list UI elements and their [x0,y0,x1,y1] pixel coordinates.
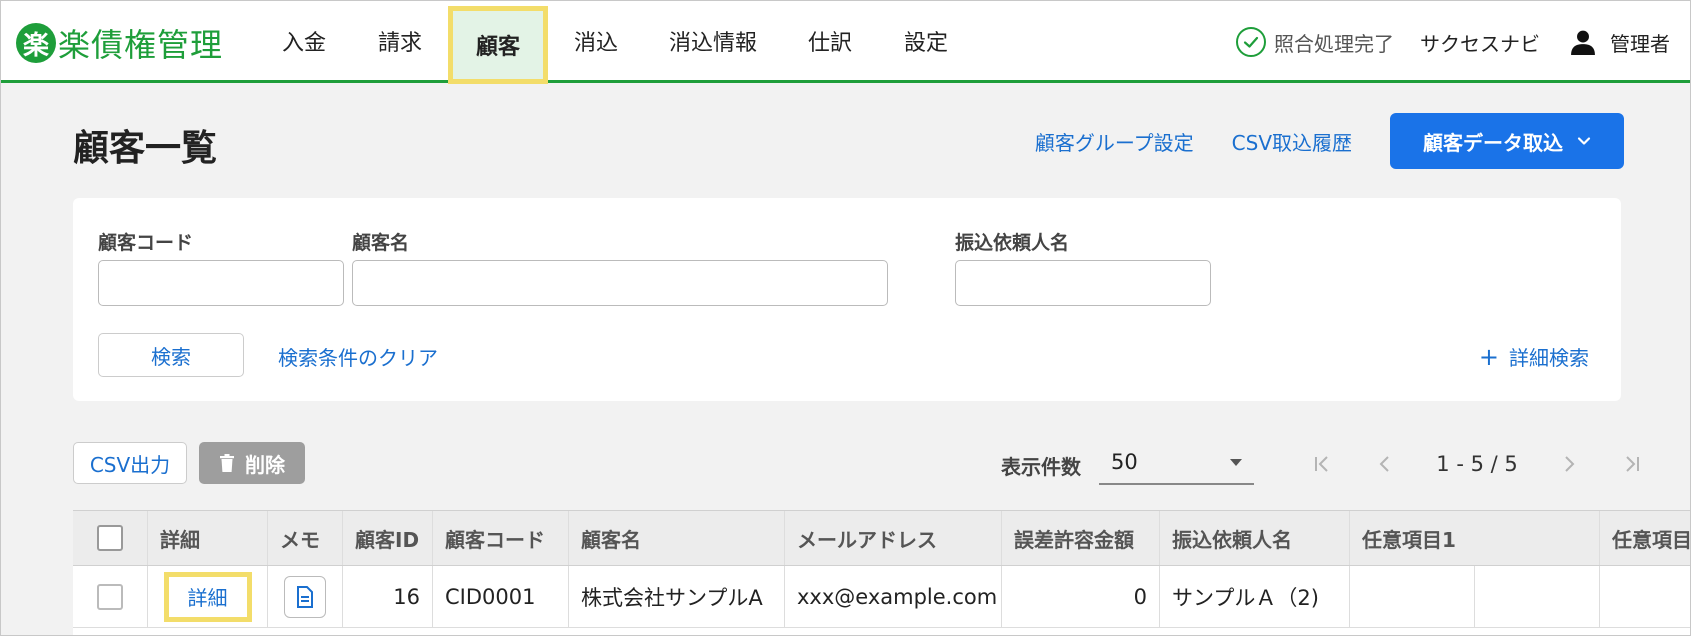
dropdown-caret-icon [1230,458,1242,466]
clear-search-link[interactable]: 検索条件のクリア [278,342,438,371]
nav-invoice[interactable]: 請求 [352,1,448,80]
row-custom-1b [1475,566,1600,627]
import-customer-data-button[interactable]: 顧客データ取込 [1390,113,1624,169]
search-button[interactable]: 検索 [98,333,244,377]
nav-reconcile[interactable]: 消込 [548,1,644,80]
user-icon [1571,30,1595,55]
table-header: 詳細 メモ 顧客ID 顧客コード 顧客名 メールアドレス 誤差許容金額 振込依頼… [73,510,1691,566]
nav-payment[interactable]: 入金 [256,1,352,80]
app-logo[interactable]: 楽 楽債権管理 [16,21,223,65]
page-range: 1 - 5 / 5 [1436,452,1518,476]
table-row: 詳細 16 CID0001 株式会社サンプルA xxx@example.com … [73,566,1690,628]
col-memo: メモ [268,511,343,565]
nav-reconcile-info[interactable]: 消込情報 [644,1,782,80]
nav-settings[interactable]: 設定 [878,1,974,80]
row-detail-link[interactable]: 詳細 [163,571,252,622]
col-payer-name: 振込依頼人名 [1160,511,1350,565]
payer-name-label: 振込依頼人名 [955,232,1070,254]
import-button-label: 顧客データ取込 [1423,130,1563,155]
col-customer-code: 顧客コード [433,511,569,565]
row-custom-2 [1600,566,1690,627]
logo-mark: 楽 [16,23,56,63]
col-customer-id: 顧客ID [343,511,433,565]
row-tolerance: 0 [1002,566,1160,627]
check-circle-icon [1236,27,1266,57]
col-tolerance: 誤差許容金額 [1002,511,1160,565]
per-page-value: 50 [1111,450,1138,474]
nav-journal[interactable]: 仕訳 [782,1,878,80]
customer-code-label: 顧客コード [98,232,194,254]
delete-button[interactable]: 削除 [199,442,305,484]
col-custom-2: 任意項目 [1612,527,1691,552]
reconcile-status[interactable]: 照合処理完了 [1236,27,1394,57]
title-actions: 顧客グループ設定 CSV取込履歴 顧客データ取込 [1035,113,1624,169]
col-customer-name: 顧客名 [569,511,785,565]
select-all-checkbox[interactable] [97,525,123,551]
per-page-label: 表示件数 [1001,455,1081,479]
success-navi-link[interactable]: サクセスナビ [1420,28,1540,57]
csv-import-history-link[interactable]: CSV取込履歴 [1232,127,1352,156]
app-window: 楽 楽債権管理 入金 請求 顧客 消込 消込情報 仕訳 設定 照合処理完了 サク… [0,0,1691,636]
row-customer-code: CID0001 [433,566,569,627]
row-checkbox[interactable] [97,583,123,610]
prev-page-icon[interactable] [1374,453,1396,475]
row-detail-cell: 詳細 [148,566,268,627]
chevron-down-icon [1577,137,1591,145]
document-icon [297,585,313,608]
page-title: 顧客一覧 [73,128,218,169]
customer-code-input[interactable] [98,260,344,306]
row-payer-name: サンプルＡ（2) [1160,566,1350,627]
pagination: 1 - 5 / 5 [1311,446,1643,482]
trash-icon [220,454,234,472]
customer-name-label: 顧客名 [352,232,410,254]
payer-name-input[interactable] [955,260,1211,306]
top-header: 楽 楽債権管理 入金 請求 顧客 消込 消込情報 仕訳 設定 照合処理完了 サク… [1,1,1690,84]
header-right: 照合処理完了 サクセスナビ 管理者 [1236,1,1670,83]
last-page-icon[interactable] [1621,453,1643,475]
col-custom-1: 任意項目1 [1350,511,1600,565]
memo-button[interactable] [284,575,326,618]
user-name: 管理者 [1610,31,1670,56]
per-page-select[interactable]: 50 [1099,441,1254,485]
plus-icon: + [1478,342,1499,371]
customer-table: 詳細 メモ 顧客ID 顧客コード 顧客名 メールアドレス 誤差許容金額 振込依頼… [73,510,1691,635]
select-all-cell [73,511,148,565]
main-nav: 入金 請求 顧客 消込 消込情報 仕訳 設定 [256,1,974,84]
col-email: メールアドレス [785,511,1002,565]
nav-customer[interactable]: 顧客 [448,6,548,84]
row-memo-cell [268,566,343,627]
customer-name-input[interactable] [352,260,888,306]
delete-button-label: 削除 [245,452,285,477]
row-customer-id: 16 [343,566,433,627]
row-custom-1 [1350,566,1475,627]
row-customer-name: 株式会社サンプルA [569,566,785,627]
detail-search-toggle[interactable]: + 詳細検索 [1479,342,1589,371]
row-email: xxx@example.com [785,566,1002,627]
row-select-cell [73,566,148,627]
search-panel: 顧客コード 顧客名 振込依頼人名 検索 検索条件のクリア + 詳細検索 [73,198,1621,401]
first-page-icon[interactable] [1311,453,1333,475]
customer-group-settings-link[interactable]: 顧客グループ設定 [1035,127,1194,156]
csv-export-button[interactable]: CSV出力 [73,442,187,484]
logo-text: 楽債権管理 [58,26,224,64]
user-menu[interactable]: 管理者 [1570,28,1670,57]
col-detail: 詳細 [148,511,268,565]
next-page-icon[interactable] [1558,453,1580,475]
detail-search-label: 詳細検索 [1509,346,1589,370]
status-text: 照合処理完了 [1274,31,1394,56]
